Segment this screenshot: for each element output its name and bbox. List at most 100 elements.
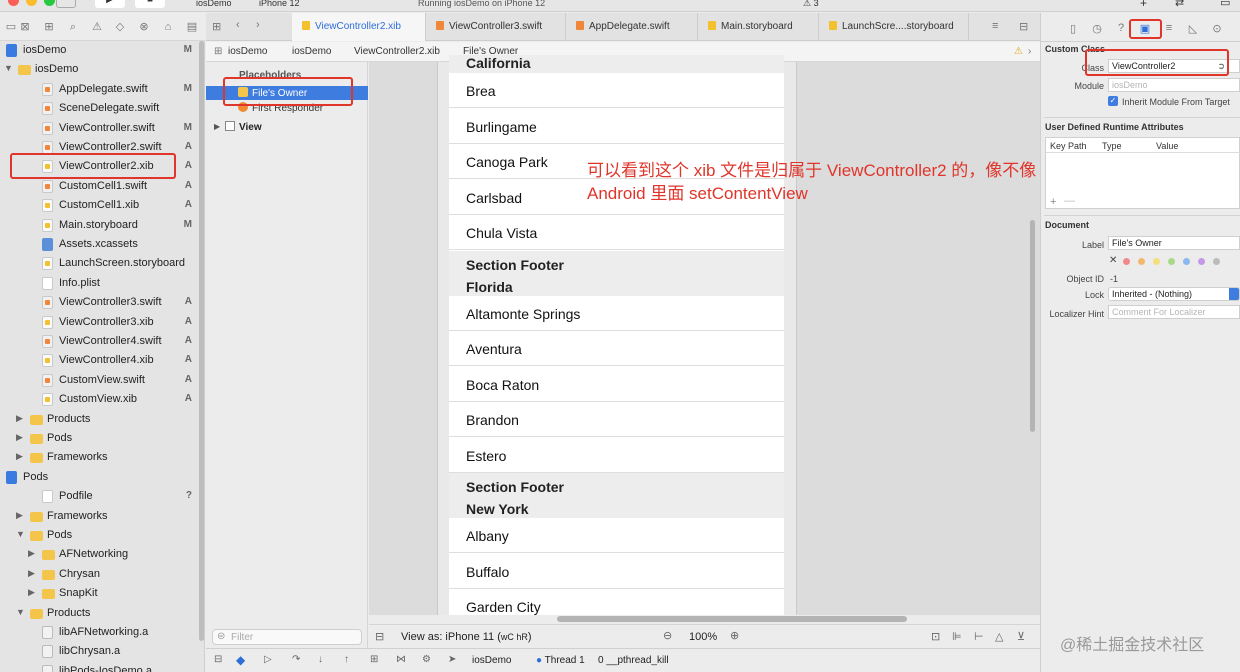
- outline-toggle-icon[interactable]: ⊟: [375, 630, 384, 643]
- nav-item[interactable]: CustomCell1.swift A: [0, 177, 200, 196]
- align-icon[interactable]: ⊫: [952, 630, 962, 643]
- nav-item[interactable]: CustomView.xib A: [0, 390, 200, 409]
- size-inspector-icon[interactable]: ◺: [1186, 22, 1200, 35]
- nav-item[interactable]: Podfile?: [0, 487, 200, 506]
- table-row[interactable]: Brea: [449, 73, 784, 108]
- table-row[interactable]: Brandon: [449, 402, 784, 437]
- canvas-horizontal-scrollbar[interactable]: [557, 616, 907, 622]
- embed-in-icon[interactable]: ⊻: [1017, 630, 1025, 643]
- remove-attribute-icon[interactable]: —: [1064, 195, 1075, 207]
- step-into-icon[interactable]: ↓: [318, 654, 323, 665]
- editor-tab[interactable]: AppDelegate.swift: [566, 13, 698, 41]
- find-navigator-icon[interactable]: ⌕: [66, 20, 80, 34]
- disclosure-triangle-icon[interactable]: ▼: [4, 63, 13, 73]
- sidebar-toggle-icon[interactable]: [56, 0, 76, 8]
- nav-item[interactable]: SceneDelegate.swift: [0, 99, 200, 118]
- nav-item[interactable]: CustomView.swift A: [0, 371, 200, 390]
- continue-icon[interactable]: ▷: [264, 654, 272, 665]
- table-row[interactable]: Boca Raton: [449, 367, 784, 402]
- nav-item[interactable]: Main.storyboard M: [0, 216, 200, 235]
- canvas-vertical-scrollbar[interactable]: [1030, 220, 1035, 432]
- disclosure-triangle-icon[interactable]: ▶: [16, 510, 23, 521]
- lock-popup[interactable]: Inherited - (Nothing): [1108, 287, 1240, 301]
- nav-item[interactable]: ViewController4.xib A: [0, 351, 200, 370]
- table-row[interactable]: Chula Vista: [449, 215, 784, 250]
- nav-item[interactable]: LaunchScreen.storyboard: [0, 254, 200, 273]
- disclosure-triangle-icon[interactable]: ▼: [16, 607, 25, 617]
- resolve-layout-icon[interactable]: △: [995, 630, 1003, 643]
- debug-thread[interactable]: ● Thread 1: [536, 655, 585, 666]
- nav-item[interactable]: ▼ Products: [0, 604, 200, 623]
- nav-item[interactable]: ▶ Pods: [0, 429, 200, 448]
- table-row[interactable]: Albany: [449, 518, 784, 553]
- history-inspector-icon[interactable]: ◷: [1090, 22, 1104, 35]
- zoom-window-button[interactable]: [44, 0, 55, 6]
- breadcrumb-project[interactable]: iosDemo: [228, 46, 267, 57]
- runtime-attributes-table[interactable]: Key Path Type Value + —: [1045, 137, 1240, 209]
- issue-navigator-icon[interactable]: ⚠: [90, 20, 104, 34]
- file-inspector-icon[interactable]: ▯: [1066, 22, 1080, 35]
- jump-bar-grid-icon[interactable]: ⊞: [214, 46, 222, 57]
- nav-item[interactable]: ▶ Frameworks: [0, 448, 200, 467]
- warning-icon[interactable]: ⚠: [1014, 46, 1023, 57]
- disclosure-triangle-icon[interactable]: ▶: [28, 548, 35, 559]
- editor-options-icon[interactable]: ≡: [992, 20, 998, 32]
- test-navigator-icon[interactable]: ◇: [113, 20, 127, 34]
- disclosure-triangle-icon[interactable]: ▶: [28, 568, 35, 579]
- nav-item[interactable]: AppDelegate.swift M: [0, 80, 200, 99]
- device-selector[interactable]: iPhone 12: [259, 0, 300, 8]
- step-out-icon[interactable]: ↑: [344, 654, 349, 665]
- debug-target[interactable]: iosDemo: [472, 655, 511, 666]
- clear-color-label-icon[interactable]: ✕: [1109, 255, 1117, 266]
- disclosure-triangle-icon[interactable]: ▶: [28, 587, 35, 598]
- quick-help-icon[interactable]: ?: [1114, 22, 1128, 34]
- table-row[interactable]: Estero: [449, 438, 784, 473]
- color-label-green[interactable]: [1168, 258, 1175, 265]
- zoom-out-icon[interactable]: ⊖: [663, 629, 672, 642]
- project-navigator-icon[interactable]: ▭: [4, 20, 18, 34]
- nav-item[interactable]: libPods-IosDemo.a: [0, 662, 200, 672]
- next-issue-icon[interactable]: ›: [1028, 46, 1031, 57]
- nav-item[interactable]: Info.plist: [0, 274, 200, 293]
- nav-item[interactable]: ViewController3.swift A: [0, 293, 200, 312]
- navigator-filter-input[interactable]: ⊜ Filter: [212, 629, 362, 645]
- back-chevron-icon[interactable]: ‹: [236, 19, 240, 31]
- navigator-scrollbar[interactable]: [199, 41, 204, 641]
- run-button[interactable]: ▶: [95, 0, 125, 8]
- breakpoints-toggle-icon[interactable]: ◆: [236, 653, 245, 667]
- editor-tab[interactable]: ViewController2.xib: [292, 13, 426, 41]
- close-window-button[interactable]: [8, 0, 19, 6]
- disclosure-triangle-icon[interactable]: ▶: [16, 432, 23, 443]
- breakpoint-navigator-icon[interactable]: ⌂: [161, 20, 175, 34]
- environment-overrides-icon[interactable]: ⚙: [422, 654, 431, 665]
- nav-item[interactable]: libAFNetworking.a: [0, 623, 200, 642]
- nav-item[interactable]: Pods: [0, 468, 200, 487]
- color-label-yellow[interactable]: [1153, 258, 1160, 265]
- symbol-navigator-icon[interactable]: ⊞: [42, 20, 56, 34]
- scheme-selector[interactable]: iosDemo: [196, 0, 232, 8]
- nav-item[interactable]: ▶ Chrysan: [0, 565, 200, 584]
- color-label-blue[interactable]: [1183, 258, 1190, 265]
- view-as-button[interactable]: View as: iPhone 11 (wC hR): [401, 631, 532, 643]
- source-control-icon[interactable]: ⊠: [18, 20, 32, 34]
- forward-chevron-icon[interactable]: ›: [256, 19, 260, 31]
- localizer-hint-field[interactable]: Comment For Localizer: [1108, 305, 1240, 319]
- module-field[interactable]: iosDemo: [1108, 78, 1240, 92]
- update-frames-icon[interactable]: ⊡: [931, 630, 940, 643]
- memory-graph-icon[interactable]: ⋈: [396, 654, 406, 665]
- nav-item[interactable]: ▼ Pods: [0, 526, 200, 545]
- code-review-icon[interactable]: ⇄: [1175, 0, 1184, 9]
- table-row[interactable]: Aventura: [449, 331, 784, 366]
- table-view[interactable]: California Brea Burlingame Canoga Park Carl…: [449, 55, 784, 615]
- disclosure-triangle-icon[interactable]: ▶: [16, 413, 23, 424]
- table-row[interactable]: Altamonte Springs: [449, 296, 784, 331]
- view-hierarchy-icon[interactable]: ⊞: [370, 654, 378, 665]
- nav-item[interactable]: libChrysan.a: [0, 642, 200, 661]
- inherit-module-checkbox[interactable]: ✓: [1108, 96, 1118, 106]
- nav-item[interactable]: ▶ SnapKit: [0, 584, 200, 603]
- table-row[interactable]: Buffalo: [449, 554, 784, 589]
- color-label-orange[interactable]: [1138, 258, 1145, 265]
- stop-button[interactable]: ■: [135, 0, 165, 8]
- connections-inspector-icon[interactable]: ⊙: [1210, 22, 1224, 35]
- library-plus-icon[interactable]: +: [1140, 0, 1147, 10]
